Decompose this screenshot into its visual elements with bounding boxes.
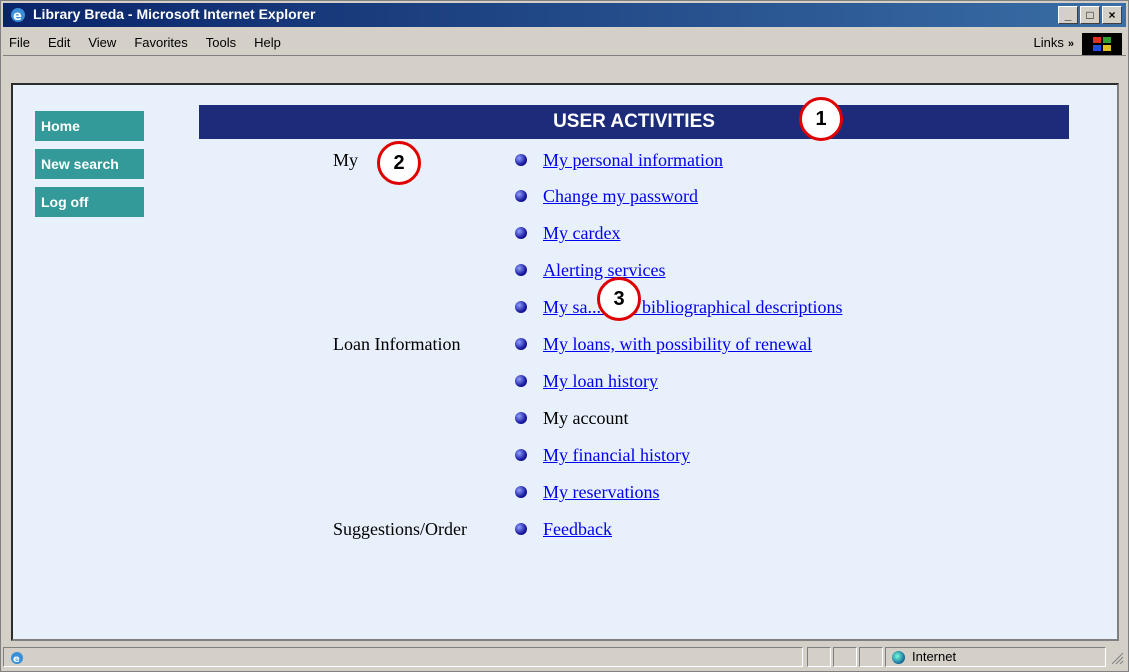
status-offline (859, 647, 883, 667)
page-content: Home New search Log off USER ACTIVITIES … (11, 83, 1119, 641)
ie-page-icon: e (11, 652, 23, 665)
window-title: Library Breda - Microsoft Internet Explo… (33, 6, 316, 22)
bullet-icon (515, 449, 527, 461)
links-label: Links (1033, 35, 1064, 50)
link-reservations[interactable]: My reservations (543, 477, 659, 507)
status-lock (833, 647, 857, 667)
link-feedback[interactable]: Feedback (543, 514, 612, 544)
category-label: My (333, 150, 359, 170)
link-personal-information[interactable]: My personal information (543, 145, 723, 175)
side-nav: Home New search Log off (35, 111, 144, 225)
link-my-loans[interactable]: My loans, with possibility of renewal (543, 329, 812, 359)
status-message: e (3, 647, 803, 667)
resize-grip-icon[interactable] (1108, 649, 1124, 665)
link-financial-history[interactable]: My financial history (543, 440, 690, 470)
page-title: USER ACTIVITIES (199, 105, 1069, 139)
globe-icon (892, 651, 905, 664)
status-bar: e Internet (3, 647, 1126, 669)
maximize-button[interactable]: □ (1080, 6, 1100, 24)
svg-text:e: e (13, 654, 20, 665)
minimize-button[interactable]: _ (1058, 6, 1078, 24)
bullet-icon (515, 190, 527, 202)
chevron-right-icon: » (1067, 38, 1074, 50)
menu-edit[interactable]: Edit (48, 35, 70, 50)
minimize-icon: _ (1064, 8, 1072, 22)
bullet-icon (515, 338, 527, 350)
my-account-text: My account (543, 408, 629, 428)
bullet-icon (515, 264, 527, 276)
browser-window: e Library Breda - Microsoft Internet Exp… (0, 0, 1129, 672)
windows-logo-icon (1082, 33, 1122, 55)
bullet-icon (515, 301, 527, 313)
bullet-icon (515, 227, 527, 239)
status-zone: Internet (885, 647, 1106, 667)
close-button[interactable]: × (1102, 6, 1122, 24)
callout-marker: 3 (597, 277, 641, 321)
bullet-icon (515, 412, 527, 424)
log-off-button[interactable]: Log off (35, 187, 144, 217)
menu-favorites[interactable]: Favorites (134, 35, 187, 50)
bullet-icon (515, 486, 527, 498)
new-search-button[interactable]: New search (35, 149, 144, 179)
category-label: Suggestions/Order (333, 519, 467, 539)
home-button[interactable]: Home (35, 111, 144, 141)
link-change-password[interactable]: Change my password (543, 181, 698, 211)
bullet-icon (515, 523, 527, 535)
bullet-icon (515, 154, 527, 166)
link-loan-history[interactable]: My loan history (543, 366, 658, 396)
bullet-icon (515, 375, 527, 387)
callout-marker: 2 (377, 141, 421, 185)
maximize-icon: □ (1086, 8, 1094, 22)
zone-label: Internet (912, 649, 957, 664)
status-progress (807, 647, 831, 667)
callout-marker: 1 (799, 97, 843, 141)
link-alerting-services[interactable]: Alerting services (543, 255, 665, 285)
menu-file[interactable]: File (9, 35, 30, 50)
svg-text:e: e (13, 9, 22, 24)
links-toolbar[interactable]: Links» (1034, 35, 1074, 50)
menu-tools[interactable]: Tools (206, 35, 236, 50)
ie-icon: e (11, 8, 25, 24)
close-icon: × (1108, 8, 1116, 22)
menu-view[interactable]: View (88, 35, 116, 50)
menu-help[interactable]: Help (254, 35, 281, 50)
link-cardex[interactable]: My cardex (543, 218, 620, 248)
title-bar[interactable]: e Library Breda - Microsoft Internet Exp… (3, 3, 1126, 27)
category-label: Loan Information (333, 334, 461, 354)
link-bibliographical-descriptions[interactable]: My sa... with bibliographical descriptio… (543, 292, 842, 322)
menu-bar: File Edit View Favorites Tools Help Link… (3, 31, 1126, 56)
